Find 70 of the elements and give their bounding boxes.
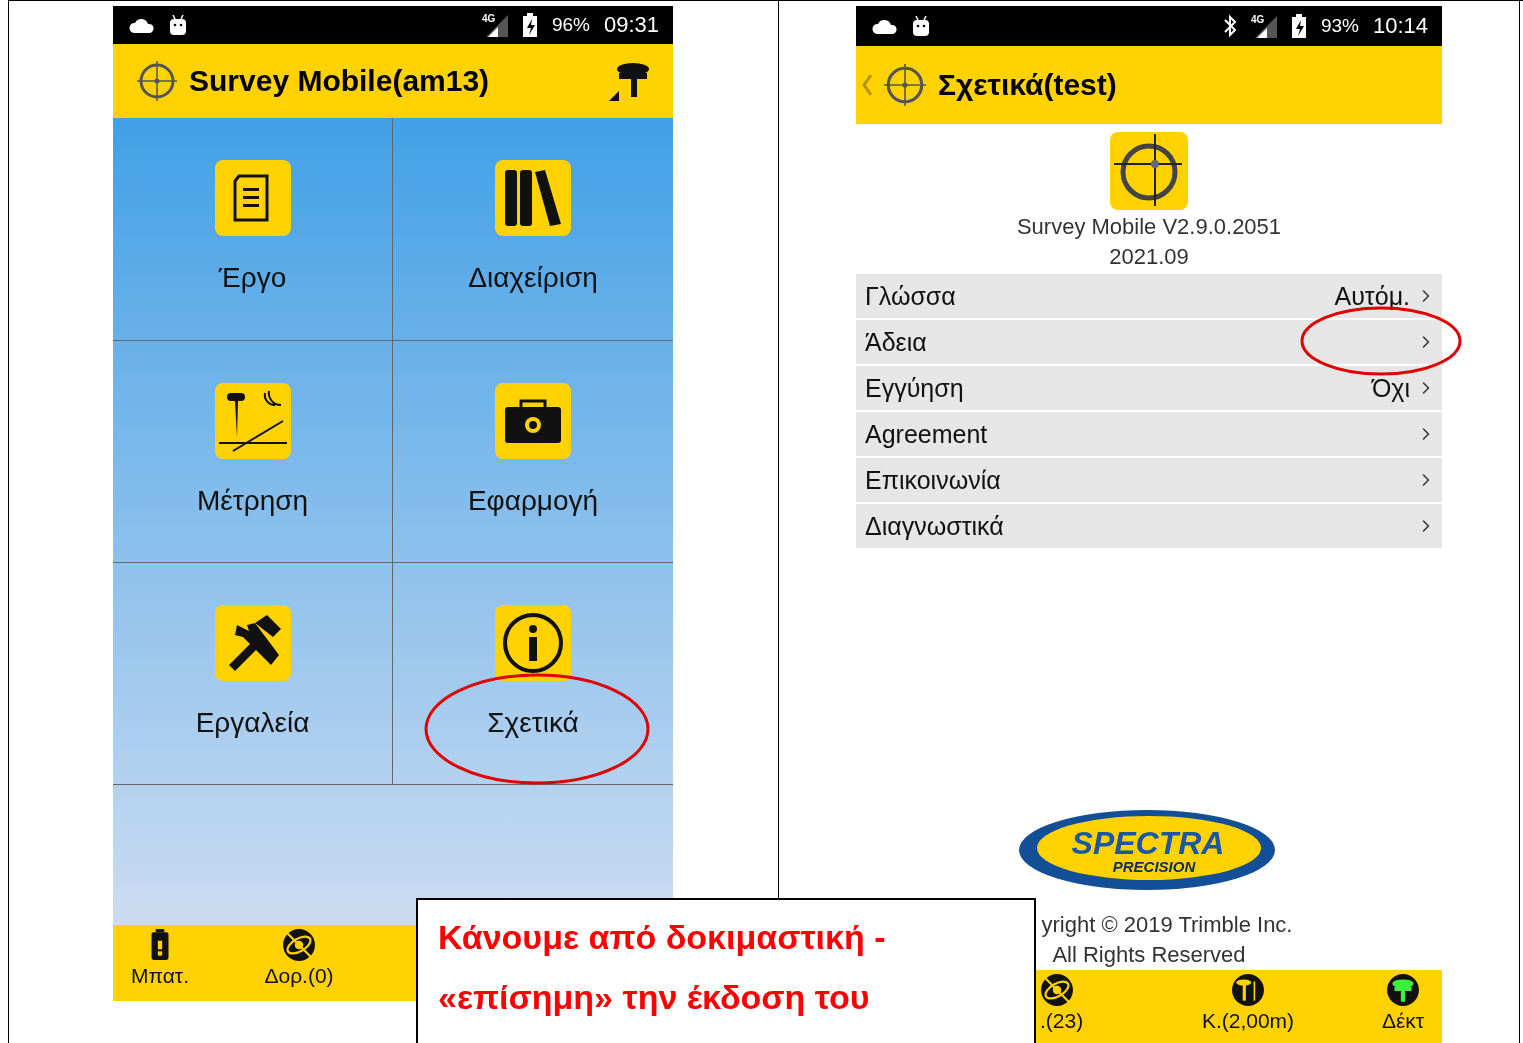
clock-time: 10:14 (1372, 13, 1428, 39)
screen-title: Σχετικά(test) (938, 68, 1117, 102)
build-date: 2021.09 (1109, 243, 1189, 271)
battery-charging-icon (1290, 14, 1307, 38)
settings-row[interactable]: Άδεια (856, 320, 1442, 364)
battery-charging-icon (521, 13, 538, 37)
survey-pole-icon (214, 383, 291, 459)
callout-text: Κάνουμε από δοκιμαστική - (438, 917, 887, 958)
crosshair-icon (882, 62, 928, 108)
row-label: Διαγνωστικά (865, 511, 1004, 541)
menu-tile[interactable]: Διαχείριση (393, 118, 673, 340)
tile-label: Μέτρηση (196, 485, 309, 517)
settings-row[interactable]: Γλώσσα Αυτόμ. (856, 274, 1442, 318)
tools-icon (214, 605, 291, 681)
menu-tile[interactable]: Σχετικά (393, 562, 673, 784)
receiver-icon (1386, 973, 1420, 1007)
row-label: Agreement (865, 419, 988, 449)
crosshair-icon (135, 59, 179, 103)
row-value: Αυτόμ. (1334, 281, 1410, 311)
settings-row[interactable]: Εγγύηση Όχι (856, 366, 1442, 410)
status-item[interactable]: .(23) (1040, 973, 1140, 1033)
info-icon (495, 605, 571, 681)
menu-tile[interactable]: Μέτρηση (113, 340, 393, 562)
bluetooth-icon (1222, 14, 1237, 38)
status-item[interactable]: K.(2,00m) (1148, 973, 1348, 1033)
toolbox-icon (495, 383, 571, 459)
copyright-text: yright © 2019 Trimble Inc. (1041, 911, 1293, 939)
row-label: Επικοινωνία (865, 465, 1001, 495)
status-label: Δέκτ (1381, 1009, 1425, 1033)
clock-time: 09:31 (603, 12, 659, 38)
menu-tile[interactable]: Έργο (113, 118, 393, 340)
robot-icon (169, 15, 187, 35)
tile-label: Σχετικά (487, 707, 579, 739)
status-label: Μπατ. (131, 964, 189, 988)
back-chevron-icon (862, 74, 872, 96)
menu-tile[interactable]: Εφαρμογή (393, 340, 673, 562)
gnss-receiver-icon (607, 61, 651, 101)
status-label: K.(2,00m) (1201, 1009, 1295, 1033)
tile-label: Έργο (218, 262, 287, 294)
status-label: Δορ.(0) (264, 964, 334, 988)
tile-label: Διαχείριση (468, 262, 598, 294)
books-icon (495, 160, 571, 236)
battery-percent: 93% (1320, 15, 1359, 37)
rights-text: All Rights Reserved (1052, 941, 1246, 969)
tile-label: Εργαλεία (195, 707, 310, 739)
status-item[interactable]: Μπατ. (113, 928, 207, 988)
antenna-height-icon (1231, 973, 1265, 1007)
row-value: Όχι (1371, 373, 1410, 403)
settings-row[interactable]: Agreement (856, 412, 1442, 456)
robot-icon (912, 16, 930, 36)
settings-row[interactable]: Διαγνωστικά (856, 504, 1442, 548)
app-title: Survey Mobile(am13) (189, 64, 490, 98)
status-label: .(23) (1040, 1009, 1084, 1033)
tile-label: Εφαρμογή (467, 485, 599, 517)
row-label: Εγγύηση (865, 373, 964, 403)
status-item[interactable]: Δορ.(0) (244, 928, 354, 988)
version-text: Survey Mobile V2.9.0.2051 (1016, 213, 1282, 241)
battery-percent: 96% (551, 14, 590, 36)
row-label: Γλώσσα (865, 281, 956, 311)
menu-tile[interactable]: Εργαλεία (113, 562, 393, 784)
document-icon (214, 160, 291, 236)
row-label: Άδεια (865, 327, 927, 357)
cloud-icon (129, 17, 155, 33)
satellite-icon (282, 928, 316, 962)
cloud-icon (872, 18, 898, 34)
status-item[interactable]: Δέκτ (1356, 973, 1450, 1033)
callout-text: «επίσημη» την έκδοση του (438, 977, 871, 1018)
satellite-icon (1040, 973, 1074, 1007)
settings-row[interactable]: Επικοινωνία (856, 458, 1442, 502)
app-logo-icon (1110, 132, 1188, 210)
